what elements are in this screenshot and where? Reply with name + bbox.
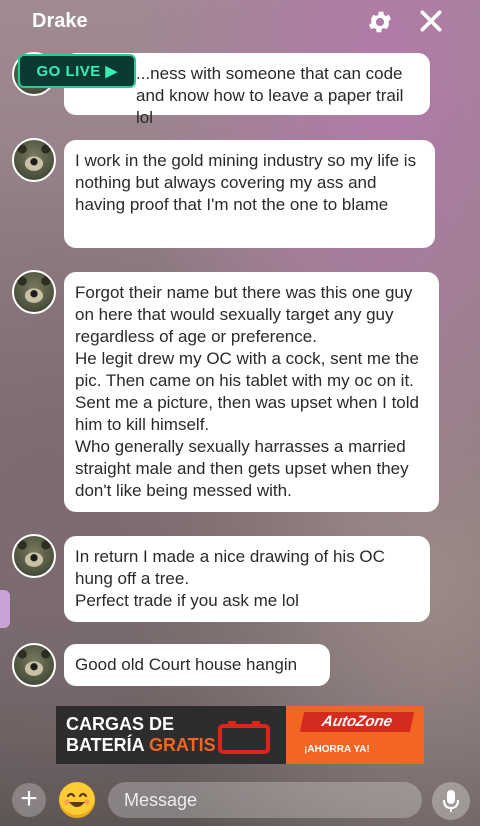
ad-banner[interactable]: CARGAS DE BATERÍA GRATIS AutoZone ¡AHORR… <box>56 706 424 764</box>
close-icon[interactable] <box>418 8 444 34</box>
chat-title: Drake <box>32 10 88 32</box>
ad-brand-panel: AutoZone ¡AHORRA YA! <box>286 706 424 764</box>
ad-line2: BATERÍA <box>66 735 144 755</box>
message-bubble: Good old Court house hangin <box>64 644 330 686</box>
autozone-logo: AutoZone <box>299 712 415 732</box>
message-bubble: Forgot their name but there was this one… <box>64 272 439 512</box>
ad-slogan: ¡AHORRA YA! <box>304 744 370 755</box>
avatar[interactable] <box>12 138 56 182</box>
ad-line2-row: BATERÍA GRATIS <box>66 735 216 756</box>
microphone-icon[interactable] <box>432 782 470 820</box>
message-composer: + <box>0 770 480 826</box>
avatar[interactable] <box>12 643 56 687</box>
go-live-button[interactable]: GO LIVE ▶ <box>18 54 136 88</box>
side-drawer-handle[interactable] <box>0 590 10 628</box>
message-input[interactable] <box>108 782 422 818</box>
emoji-icon[interactable] <box>59 782 95 818</box>
message-bubble: In return I made a nice drawing of his O… <box>64 536 430 622</box>
chat-header: Drake <box>0 0 480 44</box>
avatar[interactable] <box>12 270 56 314</box>
message-bubble: I work in the gold mining industry so my… <box>64 140 435 248</box>
avatar[interactable] <box>12 534 56 578</box>
ad-line1: CARGAS DE <box>66 714 175 734</box>
battery-icon <box>216 718 272 754</box>
ad-text: CARGAS DE BATERÍA GRATIS <box>66 714 216 756</box>
ad-highlight: GRATIS <box>149 735 216 755</box>
plus-icon[interactable]: + <box>12 783 46 817</box>
gear-icon[interactable] <box>366 8 394 36</box>
